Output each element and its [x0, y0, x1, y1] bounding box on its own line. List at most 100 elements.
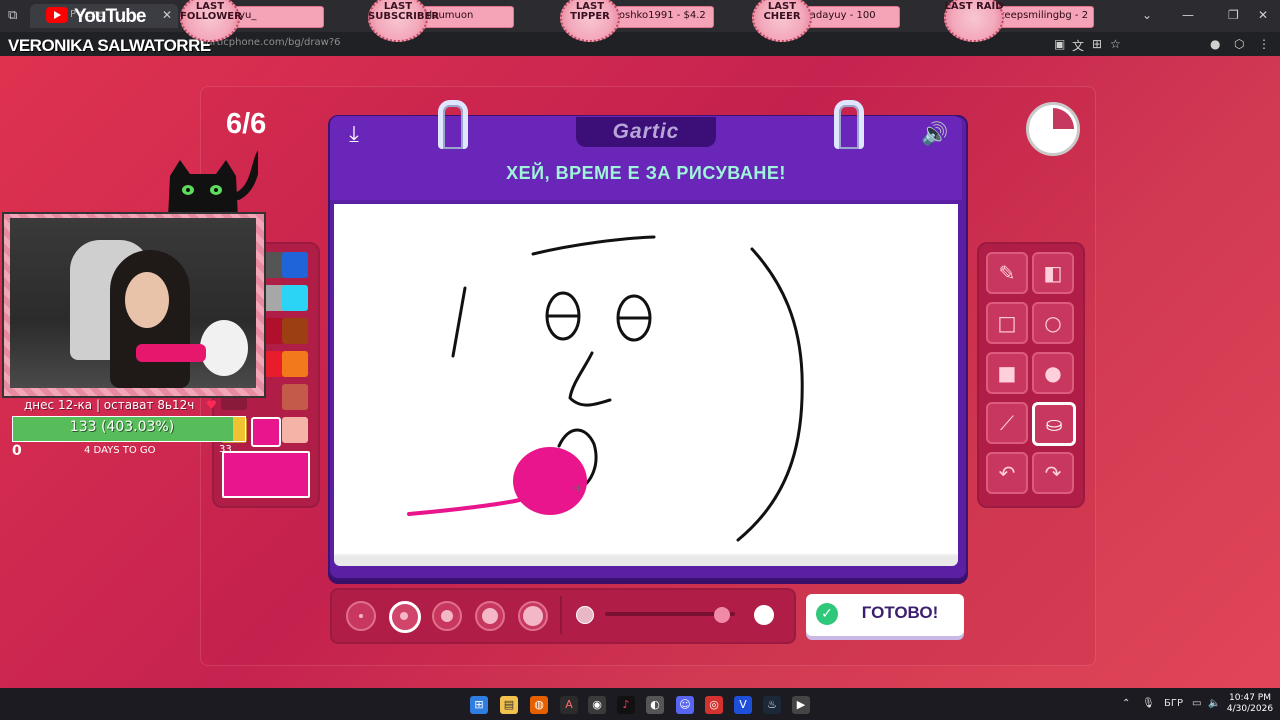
file-explorer-icon[interactable]: ▤ [500, 696, 518, 714]
bookmark-star-icon[interactable]: ☆ [1110, 37, 1121, 51]
opacity-slider-knob[interactable] [714, 607, 730, 623]
ellipse-fill-icon[interactable]: ● [1032, 352, 1074, 394]
app-v-icon[interactable]: V [734, 696, 752, 714]
brush-size-option[interactable] [475, 601, 505, 631]
taskbar [0, 688, 1280, 720]
close-window-icon[interactable]: ✕ [1258, 8, 1268, 22]
firefox-icon[interactable]: ◍ [530, 696, 548, 714]
event-label: LAST CHEER [763, 1, 801, 22]
chrome-icon[interactable]: ◉ [588, 696, 606, 714]
binder-ring-right [834, 100, 864, 149]
nose-stroke [568, 351, 612, 407]
goal-caption: днес 12-ка | остават 8ь12ч [24, 398, 195, 412]
event-last-cheer: jadayuy - 100 LAST CHEER [752, 0, 902, 42]
redo-icon[interactable]: ↷ [1032, 452, 1074, 494]
selected-color-preview [222, 451, 310, 498]
close-icon[interactable]: ✕ [162, 8, 172, 22]
tray-overflow-icon[interactable]: ⌃ [1122, 698, 1130, 709]
binder-ring-left [438, 100, 468, 149]
color-swatch[interactable] [282, 384, 308, 410]
event-label: LAST RAID [944, 1, 1004, 12]
brush-size-option[interactable] [389, 601, 421, 633]
app-a-icon[interactable]: A [560, 696, 578, 714]
drawing [407, 235, 804, 542]
ear-stroke [736, 247, 804, 542]
event-value: jadayuy - 100 [807, 10, 876, 21]
extension-icon[interactable]: ⊞ [1092, 37, 1102, 51]
profile-icon[interactable]: ● [1210, 37, 1220, 51]
translate-icon[interactable]: 文 [1072, 37, 1084, 54]
webcam-plush [200, 320, 248, 376]
event-label: LAST TIPPER [570, 1, 610, 22]
event-last-raid: keepsmilingbg - 2 LAST RAID [944, 0, 1096, 42]
download-icon[interactable]: ⤓ [340, 122, 368, 150]
tongue-line [407, 497, 526, 516]
sound-icon[interactable]: 🔊 [920, 122, 950, 150]
drawing-canvas[interactable] [334, 204, 958, 560]
discord-icon[interactable]: ☺ [676, 696, 694, 714]
color-swatch[interactable] [251, 417, 281, 447]
event-value: roshko1991 - $4.2 [615, 10, 706, 21]
event-last-subscriber: bluumuon LAST SUBSCRIBER [368, 0, 516, 42]
screenshot-icon[interactable]: ▣ [1054, 37, 1065, 51]
brush-size-option[interactable] [518, 601, 548, 631]
microphone-icon[interactable]: 🎙 [1142, 698, 1155, 709]
brush-size-value: 33 [219, 444, 232, 455]
mouth-fill [513, 447, 587, 515]
heart-icon: ♥ [206, 398, 217, 412]
channel-name: VERONIKA SALWATORRE [8, 36, 211, 55]
menu-icon[interactable]: ⋮ [1258, 37, 1270, 51]
restore-icon[interactable]: ❐ [1228, 8, 1239, 22]
event-last-tipper: roshko1991 - $4.2 LAST TIPPER [560, 0, 716, 42]
volume-icon[interactable]: 🔈 [1208, 698, 1220, 709]
color-swatch[interactable] [282, 252, 308, 278]
rectangle-fill-icon[interactable]: ■ [986, 352, 1028, 394]
media-player-icon[interactable]: ▶ [792, 696, 810, 714]
undo-icon[interactable]: ↶ [986, 452, 1028, 494]
start-icon[interactable]: ⊞ [470, 696, 488, 714]
clock-time: 10:47 PM [1229, 693, 1271, 703]
done-button-label: ГОТОВО! [861, 603, 939, 622]
youtube-icon [46, 7, 68, 23]
color-swatch[interactable] [282, 351, 308, 377]
event-last-follower: ryu_ LAST FOLLOWER [180, 0, 326, 42]
language-indicator[interactable]: БГР [1164, 698, 1183, 709]
tab-search-icon[interactable]: ⌄ [1142, 8, 1152, 22]
event-value: ryu_ [235, 10, 257, 21]
obs-icon[interactable]: ◐ [646, 696, 664, 714]
app-red-icon[interactable]: ◎ [705, 696, 723, 714]
canvas-page-edge [334, 556, 958, 566]
brush-size-option[interactable] [346, 601, 376, 631]
ellipse-outline-icon[interactable]: ○ [1032, 302, 1074, 344]
gartic-logo: Gartic [612, 120, 680, 143]
color-swatch[interactable] [282, 417, 308, 443]
rectangle-outline-icon[interactable]: □ [986, 302, 1028, 344]
eraser-icon[interactable]: ◧ [1032, 252, 1074, 294]
prompt-title: ХЕЙ, ВРЕМЕ Е ЗА РИСУВАНЕ! [506, 163, 786, 183]
tab-actions-icon[interactable]: ⧉ [8, 8, 17, 23]
clock[interactable]: 10:47 PM 4/30/2026 [1226, 693, 1274, 715]
check-icon: ✓ [816, 603, 838, 625]
timer-icon [1026, 102, 1080, 156]
divider [560, 596, 562, 634]
event-value: keepsmilingbg - 2 [999, 10, 1089, 21]
event-label: LAST SUBSCRIBER [368, 1, 440, 22]
bucket-fill-icon[interactable]: ⛀ [1032, 402, 1076, 446]
color-swatch[interactable] [282, 285, 308, 311]
extensions-puzzle-icon[interactable]: ⬡ [1234, 37, 1244, 51]
opacity-high-icon [754, 605, 774, 625]
opacity-low-icon [576, 606, 594, 624]
minimize-icon[interactable]: — [1182, 8, 1194, 22]
tiktok-icon[interactable]: ♪ [617, 696, 635, 714]
clock-date: 4/30/2026 [1226, 704, 1274, 714]
brush-size-option[interactable] [432, 601, 462, 631]
goal-days-left: 4 DAYS TO GO [84, 445, 156, 456]
goal-start: 0 [12, 443, 22, 459]
youtube-wordmark: YouTube [74, 6, 146, 27]
steam-icon[interactable]: ♨ [763, 696, 781, 714]
color-swatch[interactable] [282, 318, 308, 344]
event-label: LAST FOLLOWER [180, 1, 242, 22]
pencil-icon[interactable]: ✎ [986, 252, 1028, 294]
network-icon[interactable]: ▭ [1192, 698, 1201, 709]
line-icon[interactable]: ⟋ [986, 402, 1028, 444]
